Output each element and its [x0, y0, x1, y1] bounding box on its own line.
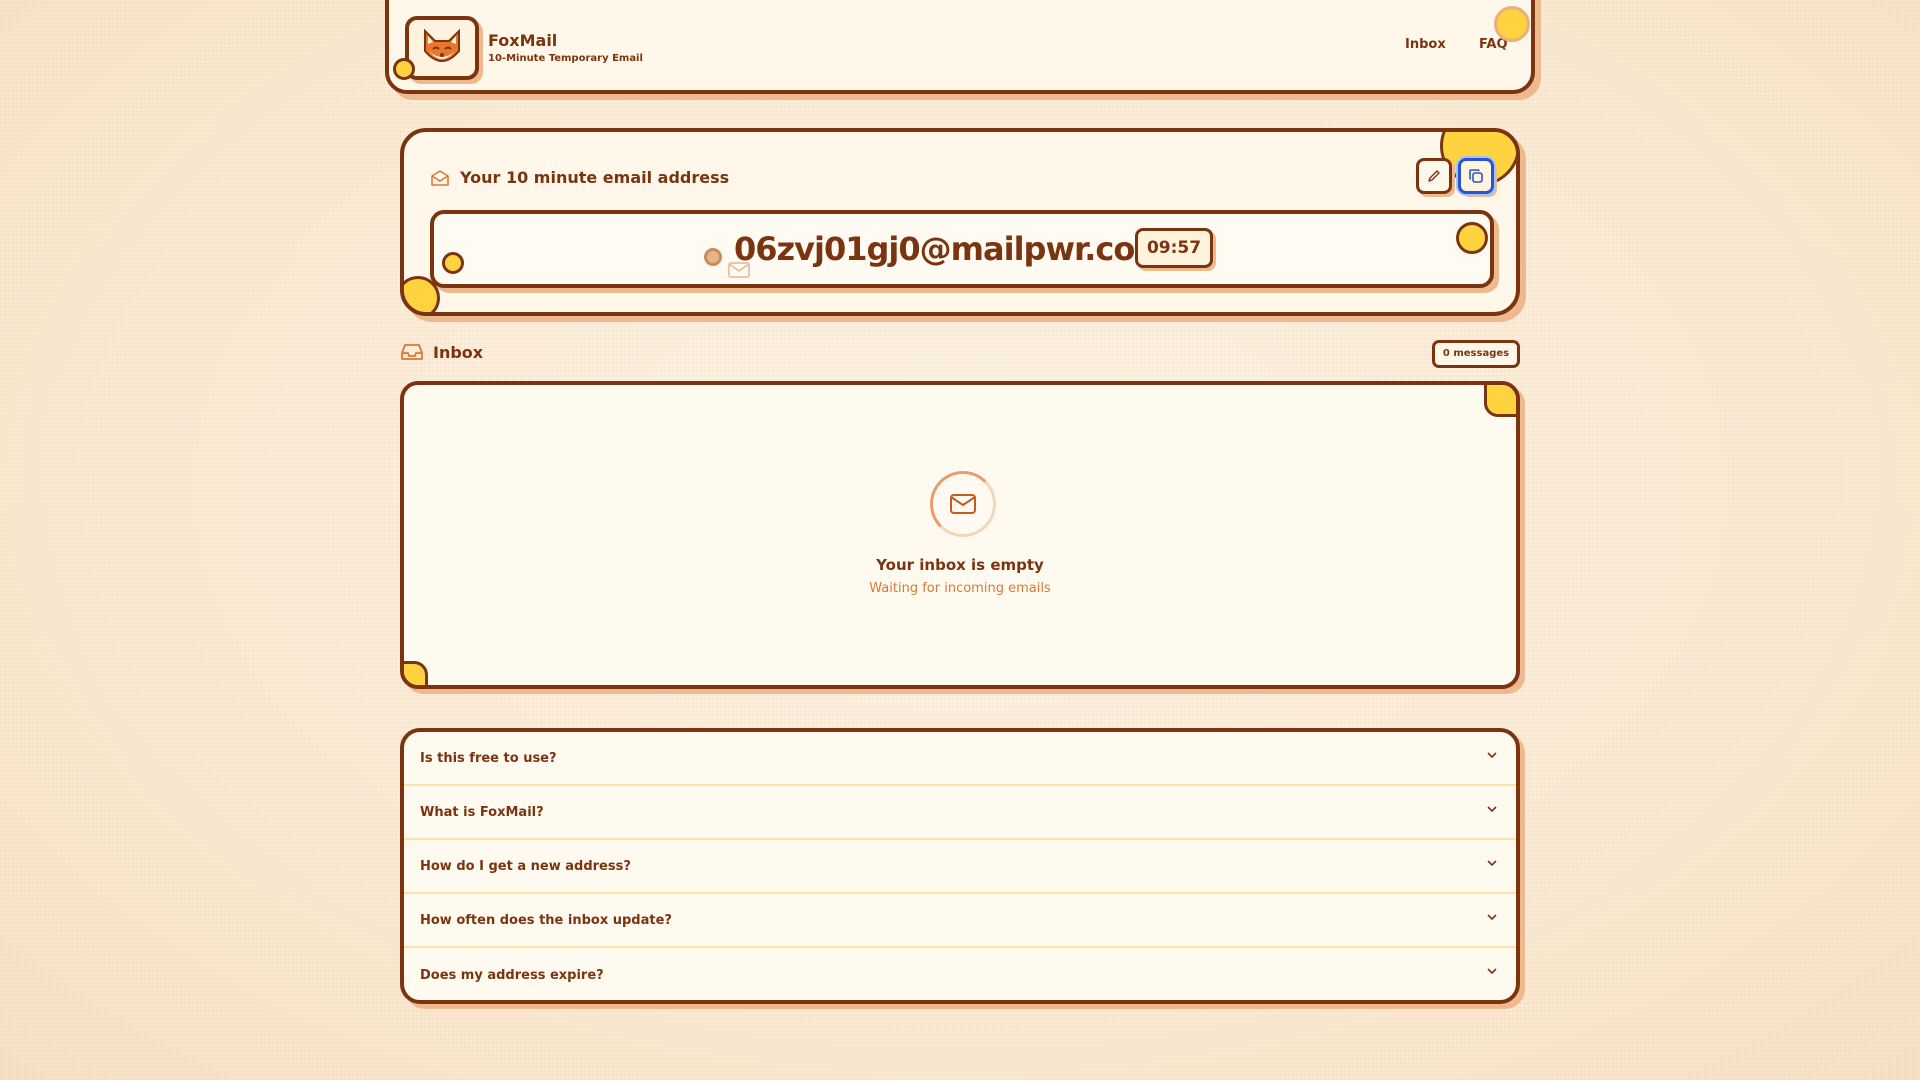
faq-item[interactable]: How often does the inbox update? [404, 894, 1516, 948]
edit-address-button[interactable] [1416, 158, 1452, 194]
faq-item[interactable]: What is FoxMail? [404, 786, 1516, 840]
empty-inbox-title: Your inbox is empty [876, 556, 1044, 574]
decor-dot [1494, 6, 1530, 42]
decor-corner [1484, 385, 1516, 417]
faq-item[interactable]: Does my address expire? [404, 948, 1516, 1000]
empty-inbox-subtitle: Waiting for incoming emails [869, 581, 1051, 596]
faq-item[interactable]: How do I get a new address? [404, 840, 1516, 894]
mail-open-icon [431, 169, 449, 186]
inbox-title: Inbox [433, 342, 484, 362]
address-heading: Your 10 minute email address [460, 168, 730, 187]
faq-question: Is this free to use? [420, 750, 557, 766]
chevron-down-icon [1487, 752, 1497, 759]
inbox-panel: Your inbox is empty Waiting for incoming… [400, 381, 1520, 689]
faq-accordion: Is this free to use? What is FoxMail? Ho… [400, 728, 1520, 1004]
decor-dot [704, 248, 722, 266]
faq-item[interactable]: Is this free to use? [404, 732, 1516, 786]
pencil-icon [1428, 170, 1440, 182]
faq-question: Does my address expire? [420, 967, 604, 983]
fox-logo[interactable] [405, 16, 479, 80]
envelope-icon [950, 494, 976, 514]
email-address-box[interactable]: 06zvj01gj0@mailpwr.com 09:57 [430, 210, 1494, 288]
copy-icon [1469, 169, 1483, 183]
empty-inbox-spinner [930, 471, 996, 537]
chevron-down-icon [1487, 806, 1497, 813]
brand-tagline: 10-Minute Temporary Email [488, 53, 643, 64]
brand-name: FoxMail [488, 31, 558, 50]
countdown-timer: 09:57 [1135, 228, 1213, 268]
decor-dot [1456, 222, 1488, 254]
email-address-text[interactable]: 06zvj01gj0@mailpwr.com [734, 230, 1168, 268]
decor-corner [404, 661, 428, 685]
nav-inbox-link[interactable]: Inbox [1405, 37, 1446, 52]
inbox-heading: Inbox [400, 342, 483, 362]
fox-icon [424, 28, 460, 62]
email-address-card: Your 10 minute email address 06zvj01gj0@… [400, 128, 1520, 316]
decor-dot [442, 252, 464, 274]
decor-dot [393, 58, 415, 80]
chevron-down-icon [1487, 968, 1497, 975]
faq-question: How do I get a new address? [420, 858, 631, 874]
app-header: FoxMail 10-Minute Temporary Email Inbox … [385, 0, 1535, 94]
message-count-badge: 0 messages [1432, 340, 1520, 368]
faq-question: What is FoxMail? [420, 804, 544, 820]
copy-address-button[interactable] [1458, 158, 1494, 194]
inbox-tray-icon [401, 344, 423, 360]
chevron-down-icon [1487, 914, 1497, 921]
chevron-down-icon [1487, 860, 1497, 867]
faq-question: How often does the inbox update? [420, 912, 672, 928]
